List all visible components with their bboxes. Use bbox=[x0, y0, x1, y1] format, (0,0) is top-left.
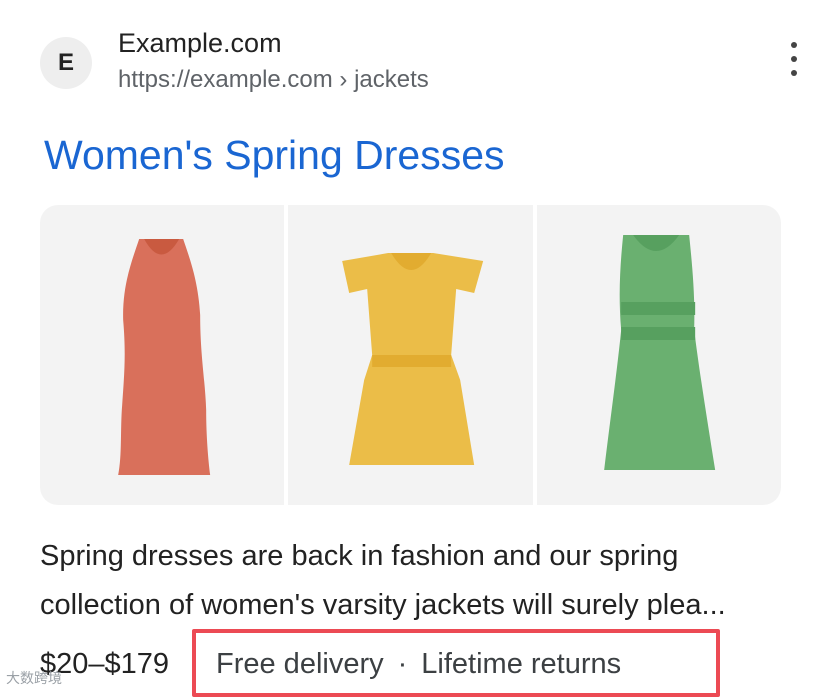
site-url-breadcrumb[interactable]: https://example.com › jackets bbox=[118, 66, 429, 94]
site-name[interactable]: Example.com bbox=[118, 28, 282, 59]
red-dress-icon bbox=[118, 239, 211, 475]
snippet-line: Spring dresses are back in fashion and o… bbox=[40, 540, 679, 572]
watermark: 大数跨境 bbox=[6, 670, 62, 686]
shipping-returns-info: Free delivery · Lifetime returns bbox=[216, 648, 621, 681]
snippet-line: collection of women's varsity jackets wi… bbox=[40, 589, 726, 621]
result-header: E Example.com https://example.com › jack… bbox=[40, 28, 800, 98]
separator-dot: · bbox=[397, 648, 408, 680]
result-title-link[interactable]: Women's Spring Dresses bbox=[44, 132, 505, 179]
image-gallery bbox=[40, 205, 781, 505]
site-favicon[interactable]: E bbox=[40, 37, 92, 89]
green-dress-icon bbox=[603, 235, 715, 470]
image-tile-red-dress[interactable] bbox=[40, 205, 285, 505]
yellow-dress-icon bbox=[342, 253, 484, 465]
result-details: $20–$179 Free delivery · Lifetime returns bbox=[40, 629, 820, 697]
result-snippet: Spring dresses are back in fashion and o… bbox=[40, 532, 800, 630]
image-tile-yellow-dress[interactable] bbox=[288, 205, 533, 505]
free-delivery-label: Free delivery bbox=[216, 648, 384, 680]
more-options-icon[interactable] bbox=[788, 42, 800, 76]
lifetime-returns-label: Lifetime returns bbox=[421, 648, 622, 680]
image-tile-green-dress[interactable] bbox=[536, 205, 781, 505]
